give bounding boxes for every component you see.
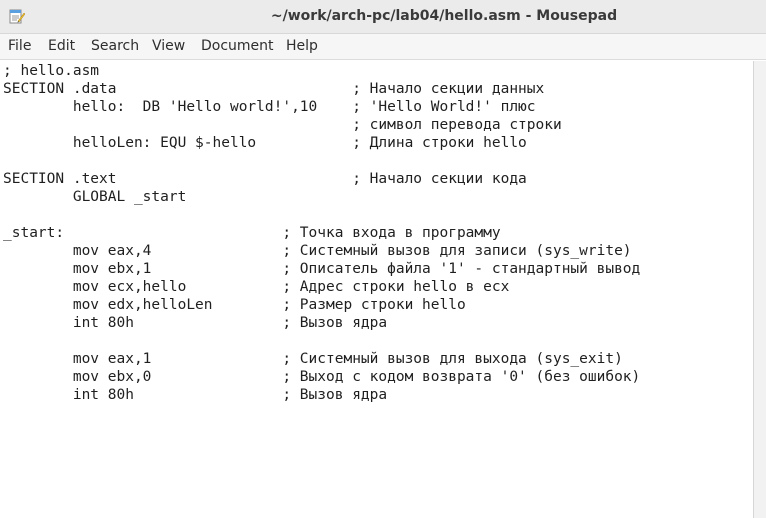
- code-line-12: mov ebx,1 ; Описатель файла '1' - станда…: [3, 261, 641, 277]
- code-line-7: SECTION .text ; Начало секции кода: [3, 171, 527, 187]
- code-line-17: mov eax,1 ; Системный вызов для выхода (…: [3, 351, 623, 367]
- code-line-14: mov edx,helloLen ; Размер строки hello: [3, 297, 466, 313]
- title-bar[interactable]: ~/work/arch-pc/lab04/hello.asm - Mousepa…: [0, 0, 766, 34]
- vertical-scrollbar[interactable]: [753, 61, 766, 518]
- menu-search[interactable]: Search: [91, 38, 139, 54]
- menu-file[interactable]: File: [8, 38, 31, 54]
- code-line-3: hello: DB 'Hello world!',10 ; 'Hello Wor…: [3, 99, 536, 115]
- menu-edit[interactable]: Edit: [48, 38, 75, 54]
- code-line-18: mov ebx,0 ; Выход с кодом возврата '0' (…: [3, 369, 641, 385]
- menu-bar: File Edit Search View Document Help: [0, 34, 766, 60]
- code-line-2: SECTION .data ; Начало секции данных: [3, 81, 545, 97]
- menu-document[interactable]: Document: [201, 38, 274, 54]
- window-title: ~/work/arch-pc/lab04/hello.asm - Mousepa…: [270, 8, 618, 24]
- code-line-15: int 80h ; Вызов ядра: [3, 315, 388, 331]
- code-line-1: ; hello.asm: [3, 63, 100, 79]
- code-line-8: GLOBAL _start: [3, 189, 187, 205]
- code-line-5: helloLen: EQU $-hello ; Длина строки hel…: [3, 135, 527, 151]
- code-line-11: mov eax,4 ; Системный вызов для записи (…: [3, 243, 632, 259]
- code-line-19: int 80h ; Вызов ядра: [3, 387, 388, 403]
- code-line-10: _start: ; Точка входа в программу: [3, 225, 501, 241]
- code-line-4: ; символ перевода строки: [3, 117, 562, 133]
- menu-help[interactable]: Help: [286, 38, 318, 54]
- mousepad-window: ~/work/arch-pc/lab04/hello.asm - Mousepa…: [0, 0, 766, 518]
- menu-view[interactable]: View: [152, 38, 185, 54]
- code-line-13: mov ecx,hello ; Адрес строки hello в ecx: [3, 279, 510, 295]
- text-editor-area[interactable]: ; hello.asm SECTION .data ; Начало секци…: [0, 61, 753, 518]
